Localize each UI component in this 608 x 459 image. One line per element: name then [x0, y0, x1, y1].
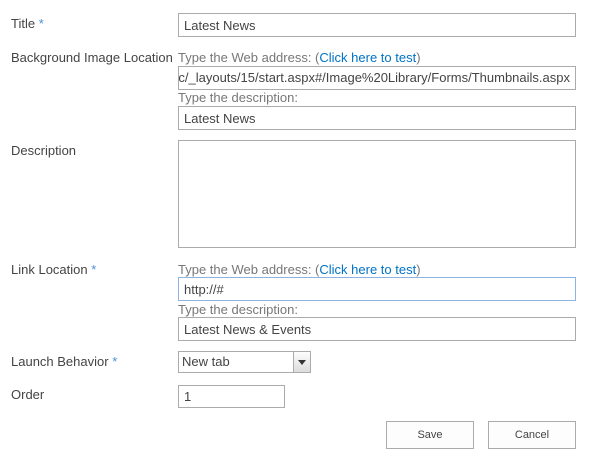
link-location-description-input[interactable] — [178, 317, 576, 341]
title-input[interactable] — [178, 13, 576, 37]
launch-behavior-select[interactable]: New tab — [178, 351, 311, 373]
title-label: Title * — [11, 16, 44, 31]
description-textarea[interactable] — [178, 140, 576, 248]
background-image-address-input[interactable]: c/_layouts/15/start.aspx#/Image%20Librar… — [178, 66, 576, 90]
required-mark: * — [91, 262, 97, 277]
background-image-label: Background Image Location — [11, 50, 173, 65]
order-label: Order — [11, 387, 45, 402]
chevron-down-icon[interactable] — [293, 352, 310, 372]
cancel-button[interactable]: Cancel — [488, 421, 576, 449]
link-location-address-input[interactable] — [178, 277, 576, 301]
background-image-description-input[interactable] — [178, 106, 576, 130]
order-input[interactable] — [178, 385, 285, 408]
required-mark: * — [38, 16, 44, 31]
link-location-address-hint: Type the Web address: (Click here to tes… — [178, 262, 421, 277]
launch-behavior-selected-value: New tab — [182, 354, 230, 369]
background-image-address-hint: Type the Web address: (Click here to tes… — [178, 50, 421, 65]
link-location-description-hint: Type the description: — [178, 302, 298, 317]
launch-behavior-label: Launch Behavior * — [11, 354, 118, 369]
required-mark: * — [112, 354, 118, 369]
description-label: Description — [11, 143, 77, 158]
save-button[interactable]: Save — [386, 421, 474, 449]
link-location-test-link[interactable]: Click here to test — [319, 262, 416, 277]
link-location-label: Link Location * — [11, 262, 97, 277]
background-image-description-hint: Type the description: — [178, 90, 298, 105]
background-image-test-link[interactable]: Click here to test — [319, 50, 416, 65]
